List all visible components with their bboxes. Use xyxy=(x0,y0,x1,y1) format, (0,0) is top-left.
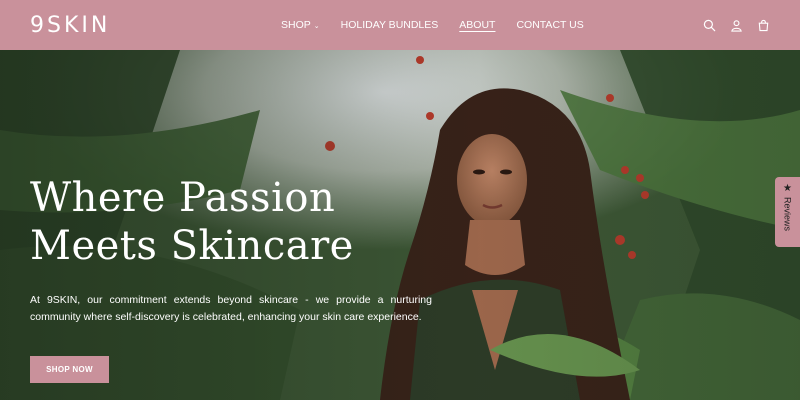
nav-shop[interactable]: SHOP ⌄ xyxy=(281,19,320,31)
hero-description: At 9SKIN, our commitment extends beyond … xyxy=(30,294,432,323)
reviews-tab[interactable]: ★ Reviews xyxy=(775,177,800,247)
brand-logo[interactable]: 9SKIN xyxy=(30,13,260,38)
hero-title-line-2: Meets Skincare xyxy=(30,223,354,269)
reviews-tab-label: Reviews xyxy=(782,197,793,232)
header-icons xyxy=(702,0,770,50)
account-icon[interactable] xyxy=(729,18,743,32)
hero-section: Where Passion Meets Skincare At 9SKIN, o… xyxy=(0,50,800,400)
site-header: 9SKIN SHOP ⌄ HOLIDAY BUNDLES ABOUT CONTA… xyxy=(0,0,800,50)
hero-title-line-1: Where Passion xyxy=(30,175,336,221)
hero-title: Where Passion Meets Skincare xyxy=(30,174,430,270)
search-icon[interactable] xyxy=(702,18,716,32)
nav-about[interactable]: ABOUT xyxy=(459,19,495,31)
cart-icon[interactable] xyxy=(756,18,770,32)
nav-holiday-bundles[interactable]: HOLIDAY BUNDLES xyxy=(341,19,439,31)
shop-now-button[interactable]: SHOP NOW xyxy=(30,356,109,383)
chevron-down-icon: ⌄ xyxy=(313,22,320,30)
star-icon: ★ xyxy=(783,183,792,194)
main-nav: SHOP ⌄ HOLIDAY BUNDLES ABOUT CONTACT US xyxy=(281,0,584,50)
nav-shop-label: SHOP xyxy=(281,19,311,31)
nav-contact-us[interactable]: CONTACT US xyxy=(516,19,583,31)
